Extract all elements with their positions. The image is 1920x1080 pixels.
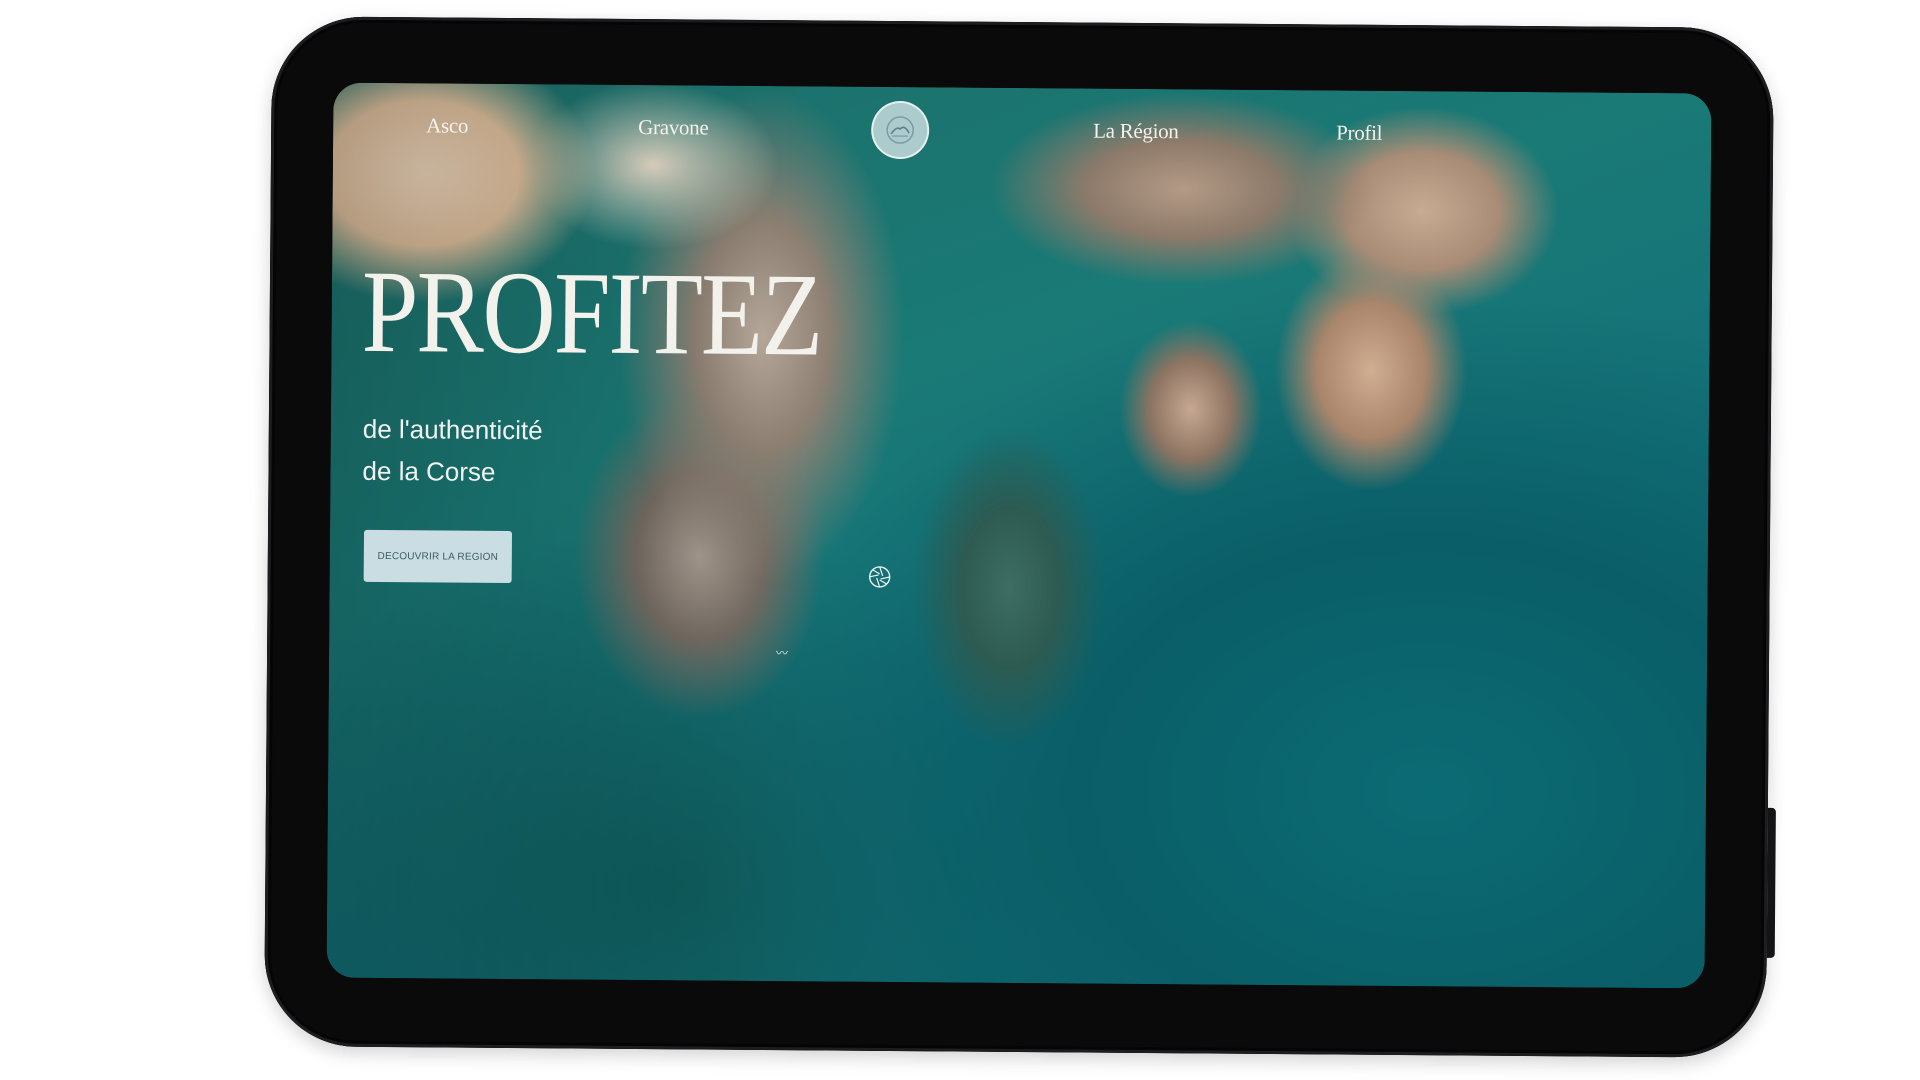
hero-subtitle: de l'authenticité de la Corse <box>362 408 543 493</box>
bird-icon: 〰 <box>776 646 789 661</box>
tablet-side-button <box>1766 807 1776 958</box>
hero-subtitle-line-2: de la Corse <box>362 455 496 487</box>
nav-link-gravone[interactable]: Gravone <box>638 115 708 141</box>
tablet-frame: Asco Gravone La Région Profil PROFITEZ d… <box>263 16 1776 1058</box>
website-screen: Asco Gravone La Région Profil PROFITEZ d… <box>326 82 1712 989</box>
site-logo[interactable] <box>870 100 930 160</box>
circular-logo-icon <box>886 116 914 144</box>
discover-region-button[interactable]: DECOUVRIR LA REGION <box>363 529 513 584</box>
hero-title: PROFITEZ <box>361 245 823 381</box>
nav-link-la-region[interactable]: La Région <box>1093 119 1179 145</box>
nav-link-asco[interactable]: Asco <box>426 113 468 138</box>
hero-subtitle-line-1: de l'authenticité <box>362 413 543 446</box>
nav-link-profil[interactable]: Profil <box>1336 120 1382 145</box>
aperture-icon[interactable] <box>868 565 892 589</box>
